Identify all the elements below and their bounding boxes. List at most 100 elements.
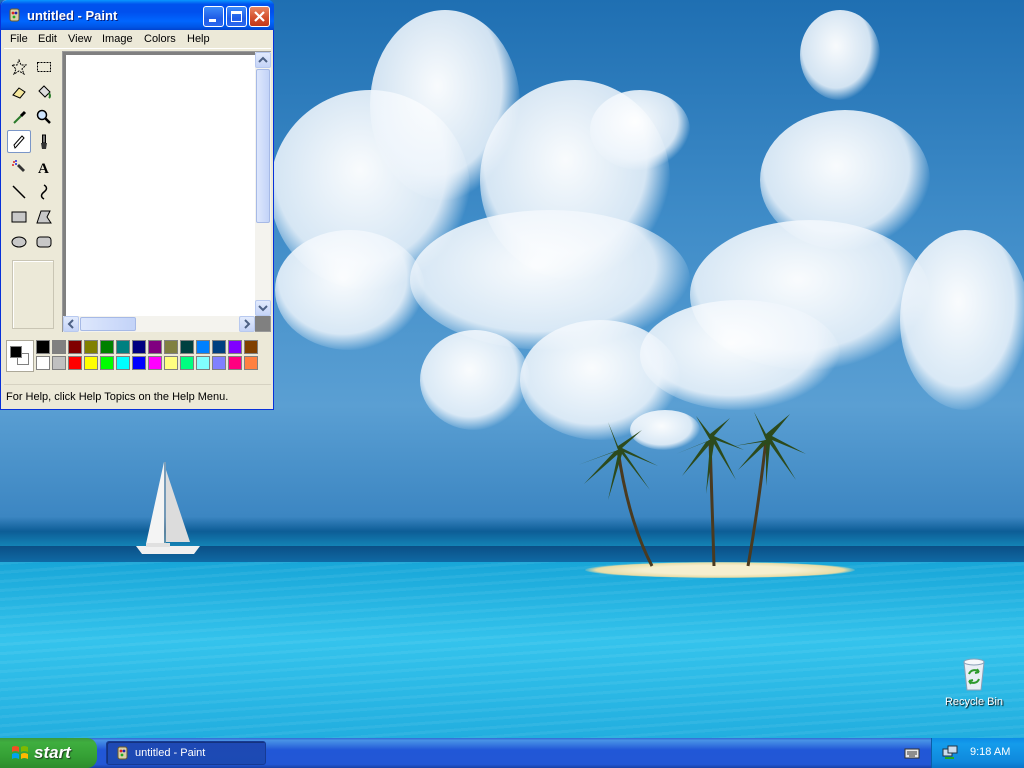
curve-icon [40,184,48,200]
clock[interactable]: 9:18 AM [970,746,1010,758]
pencil-icon [13,135,25,149]
palette-swatch[interactable] [212,340,226,354]
cloud [420,330,530,430]
menu-image[interactable]: Image [102,33,133,45]
magnifier-icon [36,109,51,124]
desktop-icon-recycle-bin[interactable]: Recycle Bin [938,656,1010,716]
palette-swatch[interactable] [212,356,226,370]
brush-icon [41,134,47,149]
status-text: For Help, click Help Topics on the Help … [6,391,229,403]
foreground-color-swatch [10,346,22,358]
vertical-scroll-thumb[interactable] [256,69,270,223]
palette-swatch[interactable] [180,356,194,370]
tool-line[interactable] [7,180,31,203]
palette-swatch[interactable] [36,340,50,354]
title-bar[interactable]: untitled - Paint [1,0,274,30]
text-icon: A [38,161,49,175]
palette-swatch[interactable] [68,356,82,370]
palette-swatch[interactable] [116,356,130,370]
palette-swatch[interactable] [52,356,66,370]
palette-swatch[interactable] [116,340,130,354]
pick-color-icon [13,110,27,124]
tool-curve[interactable] [32,180,56,203]
menu-edit[interactable]: Edit [38,33,57,45]
tool-airbrush[interactable] [7,155,31,178]
tool-magnifier[interactable] [32,105,56,128]
palette-swatch[interactable] [148,340,162,354]
close-icon [254,11,265,22]
rectangle-icon [11,211,27,223]
palette-swatch[interactable] [164,340,178,354]
menu-help[interactable]: Help [187,33,210,45]
tool-select[interactable] [32,55,56,78]
scroll-down-button[interactable] [255,300,271,316]
palette-swatch[interactable] [164,356,178,370]
tool-pick-color[interactable] [7,105,31,128]
drawing-canvas[interactable] [66,55,255,316]
system-tray: 9:18 AM [931,738,1024,768]
horizontal-scrollbar[interactable] [63,316,255,332]
tool-eraser[interactable] [7,80,31,103]
scroll-right-button[interactable] [239,316,255,332]
scroll-left-button[interactable] [63,316,79,332]
menu-colors[interactable]: Colors [144,33,176,45]
paint-icon [117,746,128,760]
menu-file[interactable]: File [10,33,28,45]
chevron-left-icon [67,319,74,329]
paint-window[interactable]: untitled - Paint File Edit View Image Co… [0,0,274,410]
palette-swatch[interactable] [68,340,82,354]
tool-ellipse[interactable] [7,230,31,253]
palette-swatch[interactable] [228,340,242,354]
current-colors [6,340,34,372]
tool-free-form-select[interactable] [7,55,31,78]
tool-text[interactable]: A [32,155,56,178]
palette-swatch[interactable] [148,356,162,370]
tool-pencil[interactable] [7,130,31,153]
start-button[interactable]: start [0,738,97,768]
tool-fill[interactable] [32,80,56,103]
close-button[interactable] [249,6,270,27]
palette-swatch[interactable] [84,340,98,354]
airbrush-icon [12,160,25,172]
keyboard-icon[interactable] [904,746,920,760]
taskbar-button-label: untitled - Paint [135,747,206,759]
taskbar-button-paint[interactable]: untitled - Paint [106,741,266,765]
maximize-button[interactable] [226,6,247,27]
network-icon[interactable] [942,745,958,761]
palette-swatch[interactable] [228,356,242,370]
cloud [410,210,690,350]
tool-brush[interactable] [32,130,56,153]
eraser-icon [12,87,26,99]
palette-swatch[interactable] [196,340,210,354]
tool-polygon[interactable] [32,205,56,228]
minimize-button[interactable] [203,6,224,27]
tool-options-box[interactable] [12,260,54,329]
menu-view[interactable]: View [68,33,92,45]
palette-swatch[interactable] [84,356,98,370]
palm-trees [578,412,806,567]
palette-swatch[interactable] [36,356,50,370]
palette-swatch[interactable] [196,356,210,370]
horizontal-scroll-thumb[interactable] [80,317,136,331]
fill-icon [38,85,51,99]
palette-swatch[interactable] [244,340,258,354]
palette-swatch[interactable] [132,356,146,370]
palette-swatch[interactable] [132,340,146,354]
scroll-up-button[interactable] [255,52,271,68]
chevron-right-icon [244,319,251,329]
palette-swatch[interactable] [100,340,114,354]
chevron-up-icon [258,56,268,63]
sea [0,562,1024,738]
window-title: untitled - Paint [27,8,118,23]
palette-swatch[interactable] [244,356,258,370]
vertical-scrollbar[interactable] [255,52,271,316]
free-form-select-icon [11,59,27,75]
desktop-icon-label: Recycle Bin [944,696,1004,708]
recycle-bin-icon [963,658,985,691]
palette-swatch[interactable] [52,340,66,354]
palette-swatch[interactable] [100,356,114,370]
palette-swatch[interactable] [180,340,194,354]
tool-rectangle[interactable] [7,205,31,228]
ellipse-icon [11,236,27,248]
tool-rounded-rectangle[interactable] [32,230,56,253]
